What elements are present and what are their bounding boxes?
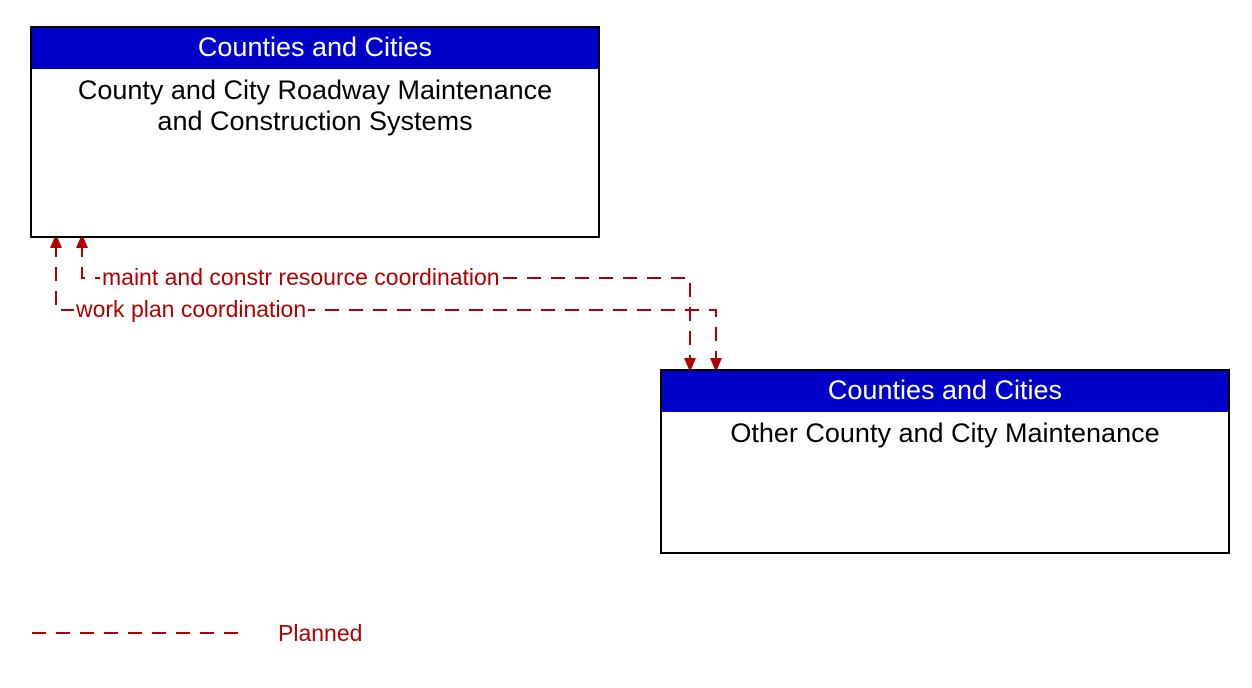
entity-top: Counties and Cities County and City Road… (30, 26, 600, 238)
flow-label-1: maint and constr resource coordination (100, 264, 502, 291)
entity-bottom: Counties and Cities Other County and Cit… (660, 369, 1230, 554)
flow-label-2: work plan coordination (74, 296, 308, 323)
legend-planned-label: Planned (278, 620, 362, 647)
entity-bottom-body: Other County and City Maintenance (662, 412, 1228, 449)
entity-top-header: Counties and Cities (32, 28, 598, 69)
entity-top-body: County and City Roadway Maintenance and … (32, 69, 598, 137)
entity-bottom-header: Counties and Cities (662, 371, 1228, 412)
